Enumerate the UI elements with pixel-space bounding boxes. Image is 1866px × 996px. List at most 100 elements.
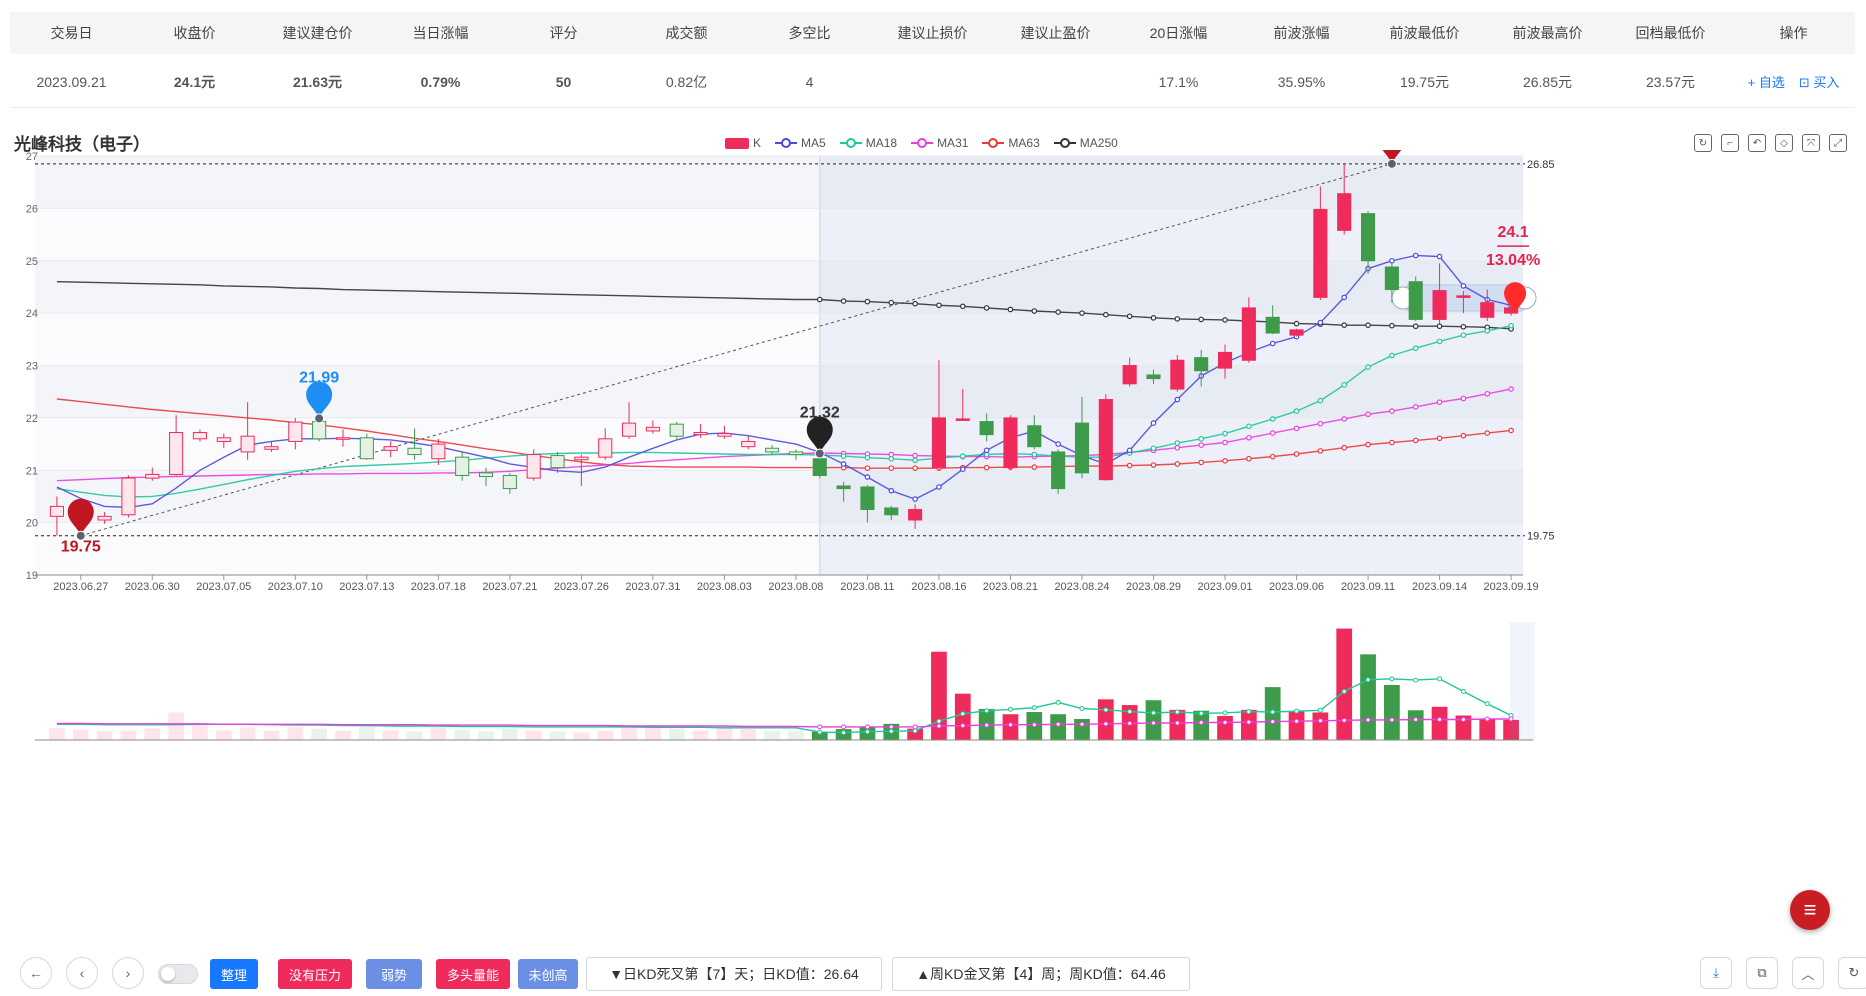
ma31-line-point <box>1317 420 1324 427</box>
ma5-line-point <box>1460 283 1467 289</box>
x-tick-label: 2023.09.19 <box>1484 581 1539 593</box>
ma5-line-point <box>864 474 871 480</box>
ma250-line-point <box>1174 316 1181 322</box>
legend-item-k[interactable]: K <box>725 136 761 150</box>
ma250-line-point <box>1126 313 1133 320</box>
ma63-line-point <box>1293 451 1300 457</box>
volume-ma2-line-point <box>936 723 942 729</box>
volume-highlight <box>1510 622 1535 740</box>
x-tick-label: 2023.07.13 <box>339 581 394 593</box>
ma18-line-point <box>1031 451 1038 458</box>
volume-ma2-line-point <box>817 724 823 730</box>
ma31-line-point <box>1269 430 1276 436</box>
volume-bar <box>597 730 614 740</box>
ma31-line-point <box>1222 439 1228 446</box>
volume-ma-line-point <box>1246 709 1252 715</box>
bottom-toolbar: ← ‹ › 整理 没有压力 弱势 多头量能 未创高 ▼日KD死叉第【7】天；日K… <box>20 956 1866 992</box>
legend-item-ma5[interactable]: MA5 <box>775 136 826 150</box>
volume-ma-line-point <box>1174 709 1180 715</box>
volume-bar <box>1240 709 1257 740</box>
volume-bar <box>1217 715 1233 740</box>
cell-wave-change: 35.95% <box>1277 73 1326 90</box>
tag-bull-volume[interactable]: 多头量能 <box>436 959 510 989</box>
menu-fab-icon[interactable]: ≡ <box>1790 890 1830 930</box>
ma18-line-point <box>1365 364 1371 370</box>
volume-ma2-line-point <box>1174 720 1180 726</box>
tag-consolidate[interactable]: 整理 <box>210 959 258 989</box>
prev-chevron-icon[interactable]: ‹ <box>66 957 98 989</box>
volume-ma2-line-point <box>960 723 966 729</box>
tag-no-pressure[interactable]: 没有压力 <box>278 959 352 989</box>
y-tick-label: 27 <box>26 151 38 163</box>
volume-bar <box>764 730 780 740</box>
candle-body <box>431 443 446 460</box>
ma18-line-point <box>1412 345 1419 352</box>
volume-ma-line-point <box>936 718 942 724</box>
ma63-line-point <box>1508 427 1514 434</box>
candle-body <box>836 485 851 490</box>
volume-ma2-line-point <box>1079 721 1085 727</box>
volume-ma-line-point <box>1151 710 1156 716</box>
volume-bar <box>621 726 637 740</box>
volume-bar <box>478 731 494 740</box>
buy-button[interactable]: ⊡ 买入 <box>1799 72 1840 91</box>
ma18-line-point <box>1508 322 1514 329</box>
collapse-up-icon[interactable]: ︿ <box>1792 957 1824 989</box>
volume-ma2-line-point <box>1151 720 1156 726</box>
cell-date: 2023.09.21 <box>36 73 107 90</box>
candle-body <box>49 505 64 517</box>
volume-ma2-line-point <box>1484 716 1490 722</box>
ma250-line-point <box>1031 308 1038 314</box>
legend-item-ma31[interactable]: MA31 <box>911 136 968 150</box>
next-chevron-icon[interactable]: › <box>112 957 144 989</box>
x-tick-label: 2023.07.26 <box>554 581 609 593</box>
legend-item-ma250[interactable]: MA250 <box>1053 136 1118 150</box>
volume-ma2-line-point <box>1127 720 1133 726</box>
ma31-line-point <box>1389 408 1395 414</box>
ma63-line-point <box>1269 453 1276 460</box>
ma63-line-point <box>1031 464 1038 470</box>
ref-line-label: 26.85 <box>1527 159 1555 171</box>
ma5-line-point <box>1269 340 1276 347</box>
ma63-line-point <box>1460 432 1467 439</box>
volume-bar <box>239 727 256 740</box>
volume-ma-line-point <box>1198 710 1204 716</box>
ma250-line-point <box>1293 320 1300 327</box>
refresh-icon[interactable]: ↻ <box>1838 957 1866 989</box>
price-marker-dot <box>814 448 825 459</box>
table-header-cell: 评分 <box>549 25 578 41</box>
legend-item-ma63[interactable]: MA63 <box>982 136 1040 150</box>
volume-ma-line-point <box>1294 708 1300 714</box>
volume-bar <box>1145 700 1162 740</box>
legend-ma18-swatch <box>839 138 862 148</box>
legend-item-ma18[interactable]: MA18 <box>839 136 897 150</box>
tag-no-new-high[interactable]: 未创高 <box>518 959 578 989</box>
price-marker-label: 21.99 <box>299 369 339 386</box>
volume-ma2-line-point <box>1103 721 1109 727</box>
mode-toggle[interactable] <box>158 964 198 984</box>
candle-body <box>312 421 327 440</box>
volume-ma2-line-point <box>984 722 990 728</box>
ma250-line-point <box>1055 309 1061 315</box>
copy-icon[interactable]: ⧉ <box>1746 957 1778 989</box>
price-marker-label: 21.32 <box>800 404 840 421</box>
y-tick-label: 22 <box>26 413 38 425</box>
volume-bar <box>72 729 89 740</box>
candle-body <box>359 437 374 460</box>
add-watchlist-button[interactable]: + 自选 <box>1748 72 1785 91</box>
back-arrow-icon[interactable]: ← <box>20 957 52 989</box>
ma250-line-point <box>1436 323 1443 330</box>
volume-bar <box>525 730 542 740</box>
candle-body <box>407 447 422 456</box>
tag-weak[interactable]: 弱势 <box>366 959 422 989</box>
candle-body <box>717 433 732 437</box>
ma250-line-point <box>1103 311 1109 318</box>
candle-body <box>621 422 637 437</box>
ma63-line-point <box>864 465 871 471</box>
volume-ma2-line-point <box>1508 716 1514 722</box>
ma18-line-point <box>1436 338 1443 345</box>
download-icon[interactable]: ⤓ <box>1700 957 1732 989</box>
ma18-line-point <box>1222 430 1228 437</box>
cell-close: 24.1元 <box>173 73 216 90</box>
candle-body <box>1194 357 1209 372</box>
